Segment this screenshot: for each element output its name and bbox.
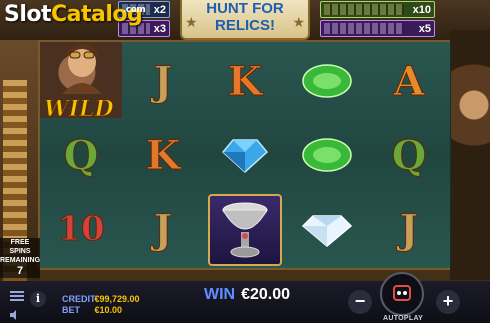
reel-3: K [204,42,287,268]
symbol-10: 10 [57,209,105,250]
autoplay-label: AUTOPLAY [383,315,424,322]
symbol-q: Q [391,131,427,179]
menu-icon[interactable] [10,291,24,301]
free-spins-count: 7 [16,265,24,277]
reel-1: WILD Q 10 [40,42,123,268]
diamond-icon [301,215,353,247]
watermark-com: .com [123,5,146,15]
collector-multiplier: x2 [153,3,166,16]
reel-symbol: K [204,46,286,116]
symbol-k: K [227,57,263,105]
balance-panel: CREDIT €99,729.00 BET €10.00 [62,294,140,316]
banner-line-1: HUNT FOR [206,0,284,17]
star-icon: ★ [185,14,198,30]
symbol-a: A [393,57,425,105]
explorer-character-right [450,30,490,280]
win-label: WIN [204,286,236,303]
info-icon[interactable]: i [30,291,46,307]
bet-value: €10.00 [94,305,123,315]
symbol-j: J [153,205,173,253]
collector-multiplier: x10 [412,3,431,16]
game-stage: x2 x3 x10 x5 HUNT FOR RELICS! ★ ★ SlotCa… [0,0,490,323]
relic-progress-icon [324,4,404,15]
reel-symbol [286,120,368,190]
reel-symbol [204,120,286,190]
free-spins-counter: FREE SPINS REMAINING 7 [0,238,40,278]
aviator-character-icon [62,44,102,94]
collector-multiplier: x5 [418,22,431,35]
reel-symbol: A [368,46,450,116]
reel-4 [286,42,369,268]
reel-symbol [286,194,368,264]
wild-symbol: WILD [40,42,122,123]
remaining-label: REMAINING [0,257,41,264]
reel-symbol: J [122,194,204,264]
decrease-bet-button[interactable]: − [348,290,372,314]
symbol-q: Q [63,131,99,179]
banner-line-2: RELICS! [215,17,275,34]
blue-gem-icon [221,139,269,174]
collector-multiplier: x3 [153,22,166,35]
reel-symbol: K [122,120,204,190]
chalice-relic-symbol [208,194,282,266]
reel-symbol: Q [40,120,122,190]
free-spins-label: FREE SPINS [9,239,31,255]
relic-collector-4: x5 [320,20,435,37]
hunt-for-relics-banner: HUNT FOR RELICS! ★ ★ [180,0,310,40]
chalice-icon [222,202,268,258]
credit-label: CREDIT [62,294,96,304]
reel-symbol: Q [368,120,450,190]
credit-row: CREDIT €99,729.00 [62,294,140,305]
sound-icon[interactable] [10,310,20,320]
reel-symbol [286,46,368,116]
green-gem-icon [302,64,352,98]
symbol-j: J [399,205,419,253]
increase-bet-button[interactable]: + [436,290,460,314]
watermark-slot: Slot [4,2,52,27]
symbol-j: J [153,57,173,105]
credit-value: €99,729.00 [94,294,140,304]
bet-label: BET [62,305,80,315]
symbol-k: K [145,131,181,179]
reel-5: A Q J [368,42,451,268]
wild-label: WILD [44,96,115,123]
relic-collector-3: x10 [320,1,435,18]
autoplay-icon [393,285,411,301]
slotcatalog-watermark: SlotCatalog .com [4,2,146,27]
reel-symbol: 10 [40,194,122,264]
reel-2: J K J [122,42,205,268]
reel-symbol: J [368,194,450,264]
green-gem-icon [302,138,352,172]
star-icon: ★ [292,14,305,30]
reel-symbol: J [122,46,204,116]
relic-progress-icon [324,23,404,34]
spin-button[interactable] [380,272,424,316]
win-value: €20.00 [241,286,291,303]
reel-grid: WILD Q 10 J K J K A Q J [38,40,451,270]
bet-row: BET €10.00 [62,305,140,316]
win-display: WIN €20.00 [204,286,290,304]
